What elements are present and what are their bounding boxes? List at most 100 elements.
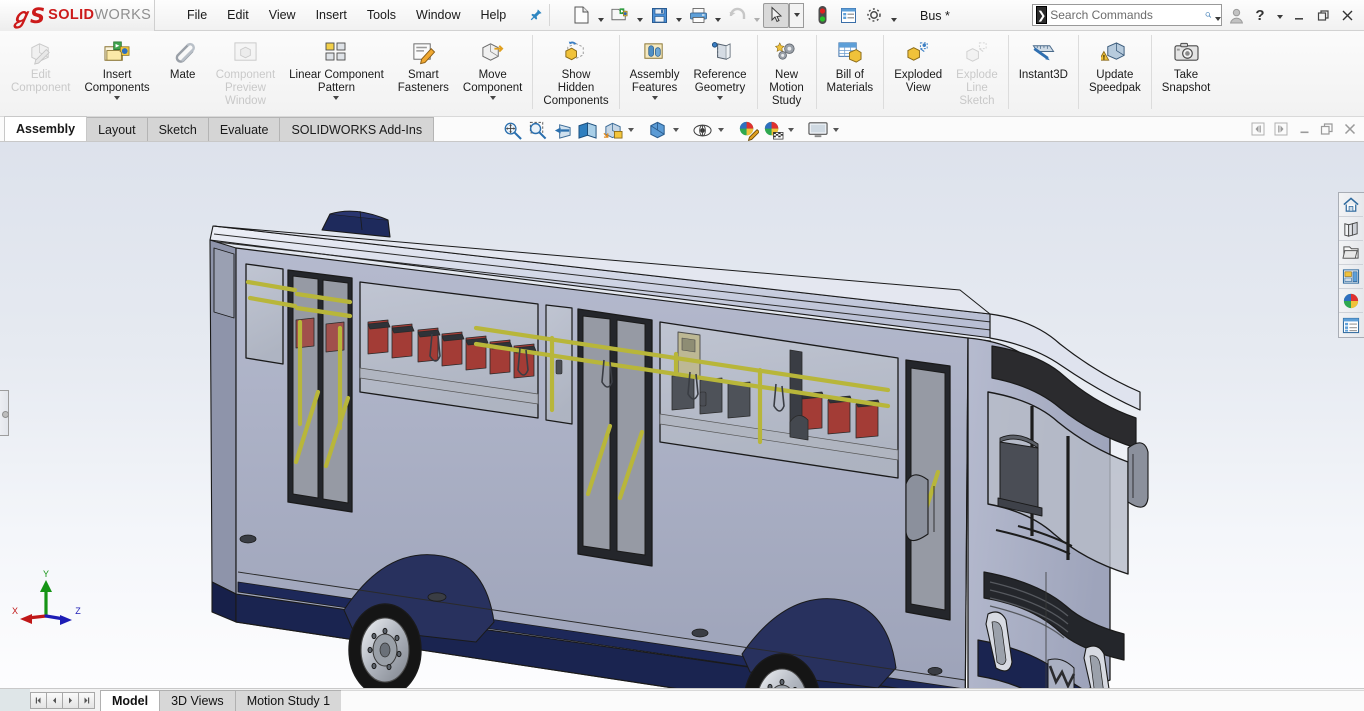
view-orientation-caret-icon[interactable]: [625, 118, 637, 142]
insert-components-dropdown-icon[interactable]: [84, 96, 149, 100]
menu-tools[interactable]: Tools: [357, 4, 406, 26]
pin-icon[interactable]: [528, 8, 543, 23]
tab-evaluate[interactable]: Evaluate: [208, 117, 281, 141]
update-speedpak-button[interactable]: Update Speedpak: [1082, 31, 1148, 96]
doc-minimize-button[interactable]: [1294, 119, 1314, 139]
bus-assembly-model[interactable]: [0, 142, 1364, 688]
open-document-caret-icon[interactable]: [633, 3, 646, 28]
tab-solidworks-add-ins[interactable]: SOLIDWORKS Add-Ins: [279, 117, 434, 141]
select-cursor-icon[interactable]: [763, 3, 789, 28]
search-input[interactable]: [1050, 8, 1205, 22]
doc-previous-button[interactable]: [1248, 119, 1268, 139]
new-document-icon[interactable]: [568, 3, 594, 28]
zoom-to-area-icon[interactable]: [525, 118, 550, 142]
move-component-button[interactable]: Move Component: [456, 31, 529, 101]
reference-geometry-button[interactable]: Reference Geometry: [686, 31, 753, 101]
print-caret-icon[interactable]: [711, 3, 724, 28]
task-pane-design-library-icon[interactable]: [1339, 217, 1363, 241]
search-caret-icon[interactable]: [1215, 5, 1221, 25]
open-document-icon[interactable]: [607, 3, 633, 28]
print-icon[interactable]: [685, 3, 711, 28]
previous-view-icon[interactable]: [550, 118, 575, 142]
new-motion-study-button[interactable]: New Motion Study: [761, 31, 813, 109]
settings-gear-icon[interactable]: [861, 3, 887, 28]
rebuild-icon[interactable]: [809, 3, 835, 28]
menu-view[interactable]: View: [259, 4, 306, 26]
undo-icon[interactable]: [724, 3, 750, 28]
apply-scene-icon[interactable]: [760, 118, 785, 142]
tab-sketch[interactable]: Sketch: [147, 117, 209, 141]
hide-show-items-caret-icon[interactable]: [715, 118, 727, 142]
menu-insert[interactable]: Insert: [306, 4, 357, 26]
take-snapshot-button[interactable]: Take Snapshot: [1155, 31, 1218, 96]
bottom-tab-motion-study-1[interactable]: Motion Study 1: [235, 690, 342, 711]
task-pane-view-palette-icon[interactable]: [1339, 265, 1363, 289]
feature-tree-flyout-handle[interactable]: [0, 390, 9, 436]
display-style-caret-icon[interactable]: [670, 118, 682, 142]
save-icon[interactable]: [646, 3, 672, 28]
select-cursor-caret-icon[interactable]: [789, 3, 804, 28]
task-pane-file-explorer-icon[interactable]: [1339, 241, 1363, 265]
menu-file[interactable]: File: [177, 4, 217, 26]
prev-tab-button[interactable]: [46, 692, 63, 709]
bottom-tab-model[interactable]: Model: [100, 690, 160, 711]
bill-of-materials-button[interactable]: Bill of Materials: [820, 31, 881, 96]
hide-show-items-icon[interactable]: [690, 118, 715, 142]
reference-geometry-icon: [707, 37, 734, 67]
new-document-caret-icon[interactable]: [594, 3, 607, 28]
exploded-view-button[interactable]: Exploded View: [887, 31, 949, 96]
last-tab-button[interactable]: [78, 692, 95, 709]
settings-caret-icon[interactable]: [887, 3, 900, 28]
component-preview-window-button[interactable]: Component Preview Window: [209, 31, 282, 109]
restore-button[interactable]: [1312, 4, 1334, 28]
task-pane-home-icon[interactable]: [1339, 193, 1363, 217]
next-tab-button[interactable]: [62, 692, 79, 709]
instant3d-button[interactable]: Instant3D: [1012, 31, 1075, 83]
section-view-icon[interactable]: [575, 118, 600, 142]
display-style-icon[interactable]: [645, 118, 670, 142]
doc-close-button[interactable]: [1340, 119, 1360, 139]
menu-window[interactable]: Window: [406, 4, 470, 26]
undo-caret-icon[interactable]: [750, 3, 763, 28]
solidworks-logo[interactable]: ℊS SOLIDWORKS: [0, 0, 155, 31]
save-caret-icon[interactable]: [672, 3, 685, 28]
mate-button[interactable]: Mate: [157, 31, 209, 83]
graphics-viewport[interactable]: Y X Z: [0, 142, 1364, 688]
minimize-button[interactable]: [1288, 4, 1310, 28]
edit-component-button[interactable]: Edit Component: [4, 31, 77, 96]
ribbon-divider: [1078, 35, 1079, 109]
smart-fasteners-button[interactable]: Smart Fasteners: [391, 31, 456, 96]
task-pane-appearances-icon[interactable]: [1339, 289, 1363, 313]
assembly-features-dropdown-icon[interactable]: [630, 96, 680, 100]
show-hidden-components-button[interactable]: Show Hidden Components: [536, 31, 615, 109]
linear-component-pattern-button[interactable]: Linear Component Pattern: [282, 31, 391, 101]
insert-components-button[interactable]: Insert Components: [77, 31, 156, 101]
zoom-to-fit-icon[interactable]: [500, 118, 525, 142]
help-caret-icon[interactable]: [1273, 5, 1286, 27]
search-commands-field[interactable]: ❯: [1032, 4, 1222, 26]
user-account-icon[interactable]: [1225, 4, 1247, 28]
apply-scene-caret-icon[interactable]: [785, 118, 797, 142]
tab-layout[interactable]: Layout: [86, 117, 148, 141]
reference-geometry-dropdown-icon[interactable]: [693, 96, 746, 100]
explode-line-sketch-button[interactable]: Explode Line Sketch: [949, 31, 1005, 109]
view-display-icon[interactable]: [805, 118, 830, 142]
doc-restore-button[interactable]: [1317, 119, 1337, 139]
close-button[interactable]: [1336, 4, 1358, 28]
doc-next-button[interactable]: [1271, 119, 1291, 139]
view-orientation-icon[interactable]: [600, 118, 625, 142]
quick-access-toolbar: [568, 0, 900, 31]
move-component-dropdown-icon[interactable]: [463, 96, 522, 100]
tab-assembly[interactable]: Assembly: [4, 116, 87, 141]
menu-edit[interactable]: Edit: [217, 4, 259, 26]
edit-appearance-icon[interactable]: [735, 118, 760, 142]
options-list-icon[interactable]: [835, 3, 861, 28]
assembly-features-button[interactable]: Assembly Features: [623, 31, 687, 101]
menu-help[interactable]: Help: [471, 4, 517, 26]
help-icon[interactable]: ?: [1249, 4, 1271, 28]
task-pane-custom-properties-icon[interactable]: [1339, 313, 1363, 337]
view-display-caret-icon[interactable]: [830, 118, 842, 142]
bottom-tab-3d-views[interactable]: 3D Views: [159, 690, 236, 711]
first-tab-button[interactable]: [30, 692, 47, 709]
linear-component-pattern-dropdown-icon[interactable]: [289, 96, 384, 100]
